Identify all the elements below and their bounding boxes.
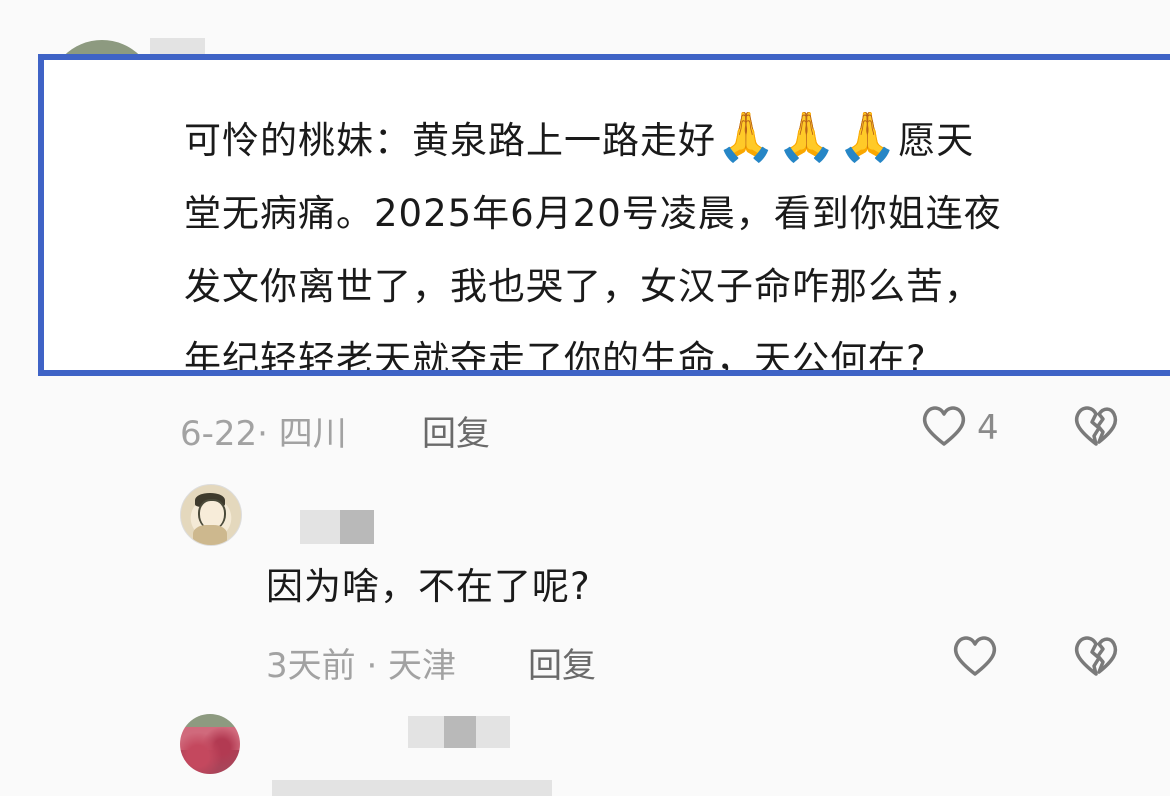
pray-emoji: 🙏 <box>716 109 777 165</box>
like-count: 4 <box>977 408 999 448</box>
avatar[interactable] <box>180 484 242 546</box>
username-redacted <box>476 716 510 748</box>
username-redacted <box>340 510 374 544</box>
username-redacted <box>408 716 444 748</box>
highlight-box: 可怜的桃妹：黄泉路上一路走好🙏🙏🙏愿天 堂无病痛。2025年6月20号凌晨，看到… <box>38 54 1170 376</box>
pray-emoji: 🙏 <box>837 109 899 165</box>
comment-text-partial <box>272 780 552 796</box>
username-redacted <box>300 510 340 544</box>
comment-meta: 3天前 · 天津 <box>266 646 457 686</box>
broken-heart-icon[interactable] <box>1072 634 1120 678</box>
heart-icon[interactable] <box>951 634 999 678</box>
comment-text: 因为啥，不在了呢? <box>266 565 591 608</box>
broken-heart-icon[interactable] <box>1072 404 1120 448</box>
pray-emoji: 🙏 <box>776 109 838 165</box>
username-redacted <box>444 716 476 748</box>
avatar[interactable] <box>180 714 240 774</box>
reply-button[interactable]: 回复 <box>422 406 490 455</box>
comment-date: 6-22· 四川 <box>180 414 347 454</box>
heart-icon[interactable] <box>920 404 968 448</box>
comment-text: 可怜的桃妹：黄泉路上一路走好🙏🙏🙏愿天 堂无病痛。2025年6月20号凌晨，看到… <box>184 109 1002 376</box>
reply-button[interactable]: 回复 <box>528 638 596 687</box>
